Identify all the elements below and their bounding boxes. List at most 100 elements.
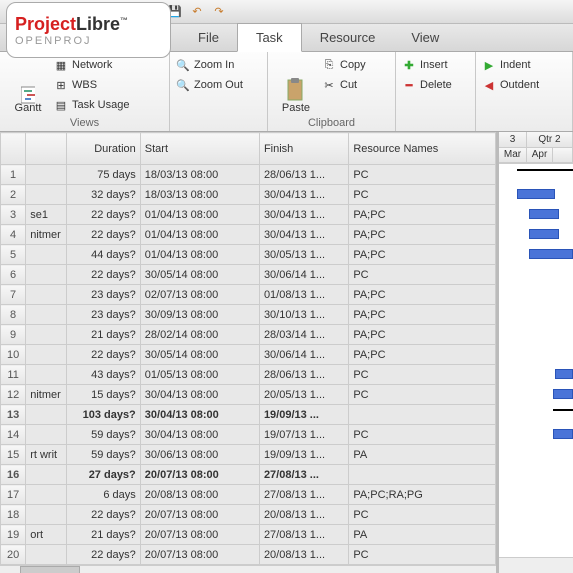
cell-start[interactable]: 30/05/14 08:00 (140, 345, 259, 365)
cell-duration[interactable]: 32 days? (67, 185, 140, 205)
cell-start[interactable]: 18/03/13 08:00 (140, 185, 259, 205)
row-number[interactable]: 7 (1, 285, 26, 305)
cell-duration[interactable]: 22 days? (67, 265, 140, 285)
cell-finish[interactable]: 30/04/13 1... (259, 205, 348, 225)
table-row[interactable]: 1459 days?30/04/13 08:0019/07/13 1...PC (1, 425, 496, 445)
row-number[interactable]: 20 (1, 545, 26, 565)
cell-finish[interactable]: 19/09/13 ... (259, 405, 348, 425)
row-number[interactable]: 3 (1, 205, 26, 225)
cell-task[interactable] (26, 265, 67, 285)
copy-button[interactable]: ⎘Copy (322, 56, 366, 74)
table-row[interactable]: 175 days18/03/13 08:0028/06/13 1...PC (1, 165, 496, 185)
cell-finish[interactable]: 30/04/13 1... (259, 185, 348, 205)
cell-task[interactable] (26, 485, 67, 505)
table-row[interactable]: 823 days?30/09/13 08:0030/10/13 1...PA;P… (1, 305, 496, 325)
gantt-bar[interactable] (529, 249, 573, 259)
row-number[interactable]: 4 (1, 225, 26, 245)
cell-start[interactable]: 20/07/13 08:00 (140, 505, 259, 525)
table-row[interactable]: 921 days?28/02/14 08:0028/03/14 1...PA;P… (1, 325, 496, 345)
tab-resource[interactable]: Resource (302, 24, 394, 51)
cell-task[interactable] (26, 405, 67, 425)
header-resources[interactable]: Resource Names (349, 133, 496, 165)
row-number[interactable]: 12 (1, 385, 26, 405)
cell-start[interactable]: 20/07/13 08:00 (140, 545, 259, 565)
cell-resources[interactable]: PC (349, 425, 496, 445)
header-finish[interactable]: Finish (259, 133, 348, 165)
header-task[interactable] (26, 133, 67, 165)
cell-resources[interactable]: PC (349, 265, 496, 285)
table-row[interactable]: 4nitmer22 days?01/04/13 08:0030/04/13 1.… (1, 225, 496, 245)
row-number[interactable]: 15 (1, 445, 26, 465)
gantt-bar[interactable] (555, 369, 573, 379)
cell-finish[interactable]: 30/10/13 1... (259, 305, 348, 325)
network-button[interactable]: ▦Network (54, 56, 129, 74)
cell-resources[interactable]: PA;PC (349, 205, 496, 225)
row-number[interactable]: 13 (1, 405, 26, 425)
tab-task[interactable]: Task (237, 23, 302, 52)
header-index[interactable] (1, 133, 26, 165)
cell-resources[interactable]: PA (349, 525, 496, 545)
cell-task[interactable]: se1 (26, 205, 67, 225)
row-number[interactable]: 17 (1, 485, 26, 505)
cell-resources[interactable]: PC (349, 505, 496, 525)
cell-start[interactable]: 20/07/13 08:00 (140, 465, 259, 485)
cell-duration[interactable]: 27 days? (67, 465, 140, 485)
cell-task[interactable] (26, 345, 67, 365)
gantt-bar[interactable] (529, 209, 559, 219)
table-row[interactable]: 3se122 days?01/04/13 08:0030/04/13 1...P… (1, 205, 496, 225)
cell-task[interactable]: rt writ (26, 445, 67, 465)
cell-duration[interactable]: 22 days? (67, 345, 140, 365)
gantt-horizontal-scrollbar[interactable] (499, 557, 573, 573)
cell-start[interactable]: 01/05/13 08:00 (140, 365, 259, 385)
cell-duration[interactable]: 22 days? (67, 205, 140, 225)
tab-file[interactable]: File (180, 24, 237, 51)
header-duration[interactable]: Duration (67, 133, 140, 165)
gantt-chart[interactable]: 3Qtr 2 MarApr (496, 132, 573, 573)
insert-button[interactable]: ✚Insert (402, 56, 452, 74)
table-row[interactable]: 16 27 days?20/07/13 08:0027/08/13 ... (1, 465, 496, 485)
table-row[interactable]: 13103 days?30/04/13 08:0019/09/13 ... (1, 405, 496, 425)
table-row[interactable]: 176 days20/08/13 08:0027/08/13 1...PA;PC… (1, 485, 496, 505)
gantt-button[interactable]: Gantt (6, 56, 50, 114)
cut-button[interactable]: ✂Cut (322, 76, 366, 94)
cell-duration[interactable]: 21 days? (67, 325, 140, 345)
cell-finish[interactable]: 27/08/13 1... (259, 525, 348, 545)
cell-start[interactable]: 30/06/13 08:00 (140, 445, 259, 465)
cell-start[interactable]: 28/02/14 08:00 (140, 325, 259, 345)
cell-finish[interactable]: 30/05/13 1... (259, 245, 348, 265)
cell-finish[interactable]: 27/08/13 ... (259, 465, 348, 485)
cell-finish[interactable]: 20/08/13 1... (259, 505, 348, 525)
cell-task[interactable] (26, 425, 67, 445)
cell-start[interactable]: 01/04/13 08:00 (140, 205, 259, 225)
cell-start[interactable]: 30/05/14 08:00 (140, 265, 259, 285)
cell-start[interactable]: 01/04/13 08:00 (140, 225, 259, 245)
gantt-bar[interactable] (517, 189, 555, 199)
cell-start[interactable]: 20/07/13 08:00 (140, 525, 259, 545)
row-number[interactable]: 11 (1, 365, 26, 385)
cell-task[interactable] (26, 325, 67, 345)
row-number[interactable]: 16 (1, 465, 26, 485)
app-logo[interactable]: ProjectLibre™ OPENPROJ (6, 2, 171, 58)
cell-task[interactable]: nitmer (26, 225, 67, 245)
cell-duration[interactable]: 103 days? (67, 405, 140, 425)
cell-task[interactable] (26, 365, 67, 385)
cell-start[interactable]: 18/03/13 08:00 (140, 165, 259, 185)
cell-resources[interactable]: PA;PC (349, 305, 496, 325)
header-start[interactable]: Start (140, 133, 259, 165)
row-number[interactable]: 2 (1, 185, 26, 205)
cell-start[interactable]: 30/04/13 08:00 (140, 425, 259, 445)
task-grid[interactable]: Duration Start Finish Resource Names 175… (0, 132, 496, 573)
cell-finish[interactable]: 20/05/13 1... (259, 385, 348, 405)
delete-button[interactable]: ━Delete (402, 76, 452, 94)
cell-duration[interactable]: 44 days? (67, 245, 140, 265)
row-number[interactable]: 9 (1, 325, 26, 345)
row-number[interactable]: 8 (1, 305, 26, 325)
cell-finish[interactable]: 28/03/14 1... (259, 325, 348, 345)
table-row[interactable]: 12nitmer15 days?30/04/13 08:0020/05/13 1… (1, 385, 496, 405)
table-row[interactable]: 1822 days?20/07/13 08:0020/08/13 1...PC (1, 505, 496, 525)
row-number[interactable]: 19 (1, 525, 26, 545)
cell-start[interactable]: 20/08/13 08:00 (140, 485, 259, 505)
redo-icon[interactable]: ↷ (212, 5, 226, 19)
cell-resources[interactable]: PA;PC (349, 245, 496, 265)
cell-duration[interactable]: 22 days? (67, 225, 140, 245)
